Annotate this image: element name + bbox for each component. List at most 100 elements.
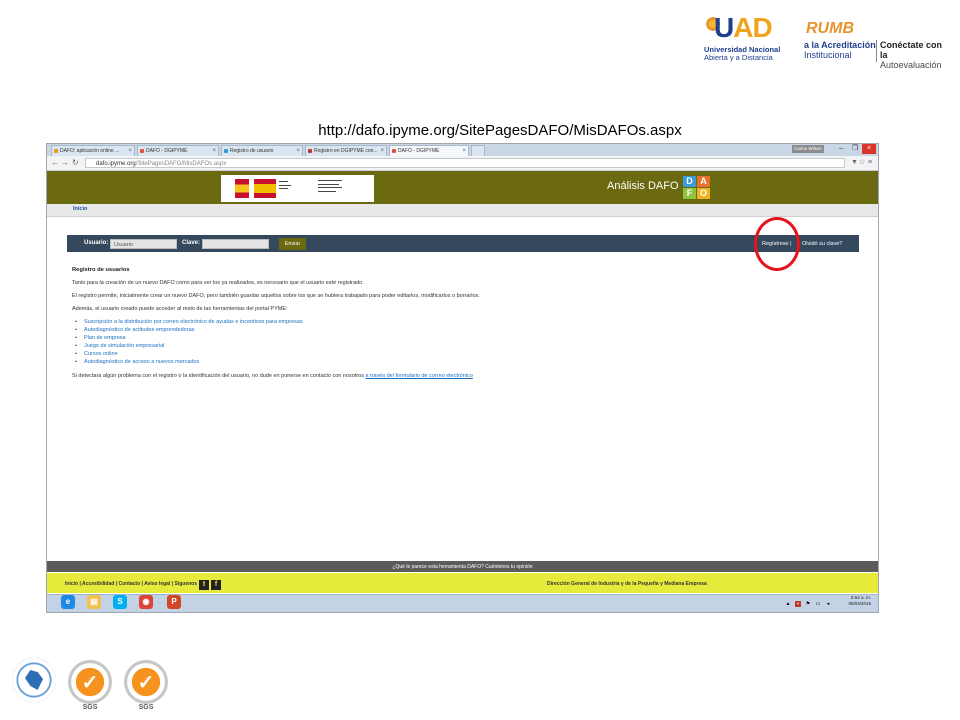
rumbo-word: RUMB	[806, 20, 854, 37]
tray-app-icon[interactable]: ▪	[795, 601, 801, 607]
tray-arrow-icon[interactable]: ▲	[785, 601, 791, 607]
government-logo[interactable]: ▬▬▬ ▬▬▬▬ ▬▬▬ ▬▬▬▬▬▬▬▬ ▬▬▬▬▬▬▬ ▬▬▬▬▬▬▬▬ ▬▬▬▬▬▬	[221, 175, 374, 202]
paragraph-2: El registro permite, inicialmente crear …	[72, 293, 480, 299]
sgs-cert-2-icon: ✓ SGS	[124, 660, 168, 711]
dafo-tile-d: D	[683, 176, 696, 187]
content-title: Registro de usuarios	[72, 267, 130, 273]
new-tab-button[interactable]	[471, 145, 485, 156]
menu-icon[interactable]: ≡	[868, 157, 872, 169]
back-icon[interactable]: ←	[51, 157, 59, 169]
maximize-icon[interactable]: ❐	[848, 144, 862, 154]
tab-favicon-icon	[392, 149, 396, 153]
tab-favicon-icon	[140, 149, 144, 153]
clock[interactable]: 8:54 a. m. 08/04/2016	[841, 595, 871, 607]
dafo-tile-a: A	[697, 176, 710, 187]
check-icon: ✓	[81, 672, 99, 694]
close-window-icon[interactable]: ×	[862, 144, 876, 154]
powerpoint-icon[interactable]: P	[167, 595, 181, 609]
unad-line2: Abierta y a Distancia	[704, 53, 773, 62]
tab-label: Registro en DGIPYME con...	[314, 148, 378, 154]
url-field[interactable]: dafo.ipyme.org/SitePagesDAFO/MisDAFOs.as…	[85, 158, 845, 168]
browser-window: DAFO: aplicación online ... × DAFO - DGIP…	[46, 143, 879, 613]
file-explorer-icon[interactable]: ▤	[87, 595, 101, 609]
profile-chip[interactable]: Carlos Wilson	[792, 145, 824, 153]
url-host: dafo.ipyme.org	[96, 161, 136, 167]
login-bar: Usuario: Usuario Clave: Enviar Regístres…	[67, 235, 859, 252]
usuario-label: Usuario:	[84, 240, 109, 246]
ie-icon[interactable]: e	[61, 595, 75, 609]
tab-4[interactable]: DAFO - DGIPYME ×	[389, 145, 469, 156]
rumbo-line1: a la Acreditación	[804, 40, 876, 50]
sgs-label: SGS	[82, 704, 98, 711]
list-item[interactable]: Suscripción a la distribución por correo…	[75, 319, 303, 325]
dafo-tile-f: F	[683, 188, 696, 199]
clave-label: Clave:	[182, 240, 201, 246]
volume-icon[interactable]: ◂	[825, 601, 831, 607]
sgs-cert-1-icon: ✓ SGS	[68, 660, 112, 711]
forward-icon[interactable]: →	[61, 157, 69, 169]
address-bar: ← → ↻ dafo.ipyme.org/SitePagesDAFO/MisDA…	[47, 156, 878, 171]
paragraph-3: Además, el usuario creado puede acceder …	[72, 306, 288, 312]
tab-bar: DAFO: aplicación online ... × DAFO - DGIP…	[47, 144, 878, 156]
enviar-button[interactable]: Enviar	[279, 238, 306, 250]
unad-logo-ad: AD	[733, 12, 772, 43]
minimize-icon[interactable]: –	[834, 144, 848, 154]
tab-3[interactable]: Registro en DGIPYME con... ×	[305, 145, 387, 156]
contact-form-link[interactable]: a través del formulario de correo electr…	[366, 373, 473, 379]
paragraph-4-text: Si detectara algún problema con el regis…	[72, 373, 364, 379]
tab-label: DAFO: aplicación online ...	[60, 148, 120, 154]
gov-secretary-text: ▬▬▬▬▬▬▬▬ ▬▬▬▬▬▬▬ ▬▬▬▬▬▬▬▬ ▬▬▬▬▬▬	[318, 178, 342, 193]
list-item[interactable]: Cursos online	[75, 351, 118, 357]
spain-shield-icon	[235, 179, 249, 198]
breadcrumb-inicio[interactable]: Inicio	[73, 206, 87, 212]
tab-2[interactable]: Registro de usuario ×	[221, 145, 303, 156]
tab-close-icon[interactable]: ×	[462, 146, 466, 156]
tab-1[interactable]: DAFO - DGIPYME ×	[137, 145, 219, 156]
site-title: Análisis DAFO	[607, 180, 679, 192]
tab-favicon-icon	[308, 149, 312, 153]
list-item[interactable]: Autodiagnóstico de actitudes emprendedor…	[75, 327, 194, 333]
highlight-circle	[754, 217, 800, 271]
tab-0[interactable]: DAFO: aplicación online ... ×	[51, 145, 135, 156]
skype-icon[interactable]: S	[113, 595, 127, 609]
check-icon: ✓	[137, 672, 155, 694]
facebook-icon[interactable]: f	[211, 580, 221, 590]
clave-input[interactable]	[202, 239, 269, 249]
paragraph-1: Tanto para la creación de un nuevo DAFO …	[72, 280, 364, 286]
breadcrumb	[47, 204, 878, 217]
site-header	[47, 171, 878, 204]
sgs-label: SGS	[138, 704, 154, 711]
rumbo-logo: RUMB a la Acreditación Institucional Con…	[800, 18, 950, 70]
clock-time: 8:54 a. m.	[850, 595, 871, 600]
list-item[interactable]: Juego de simulación empresarial	[75, 343, 164, 349]
tab-label: DAFO - DGIPYME	[146, 148, 188, 154]
rumbo-line2: Institucional	[804, 50, 852, 60]
usuario-input[interactable]: Usuario	[110, 239, 177, 249]
gov-ministry-text: ▬▬▬ ▬▬▬▬ ▬▬▬	[279, 179, 291, 191]
feedback-link[interactable]: ¿Qué le parece esta herramienta DAFO? Cu…	[47, 564, 878, 570]
tab-label: DAFO - DGIPYME	[398, 148, 440, 154]
footer-org-name: Dirección General de Industria y de la P…	[547, 581, 707, 587]
list-item[interactable]: Plan de empresa	[75, 335, 126, 341]
tray-flag-icon[interactable]: ⚑	[805, 601, 811, 607]
battery-icon[interactable]: ▭	[815, 601, 821, 607]
spain-flag-icon	[254, 179, 276, 198]
footer-links[interactable]: Inicio | Accesibilidad | Contacto | Avis…	[65, 581, 197, 587]
tab-close-icon[interactable]: ×	[212, 146, 216, 156]
rumbo-divider	[876, 40, 877, 62]
olvido-clave-link[interactable]: Olvidó su clave?	[802, 241, 842, 247]
colombia-map-icon	[25, 670, 43, 690]
list-item[interactable]: Autodiagnóstico de acceso a nuevos merca…	[75, 359, 199, 365]
filter-icon[interactable]: ▼	[851, 157, 858, 169]
tab-close-icon[interactable]: ×	[380, 146, 384, 156]
paragraph-4: Si detectara algún problema con el regis…	[72, 373, 473, 379]
twitter-icon[interactable]: t	[199, 580, 209, 590]
tab-close-icon[interactable]: ×	[296, 146, 300, 156]
unad-logo: UAD Universidad Nacional Abierta y a Dis…	[704, 12, 781, 62]
star-icon[interactable]: ☆	[859, 157, 865, 169]
chrome-icon[interactable]: ◉	[139, 595, 153, 609]
reload-icon[interactable]: ↻	[72, 157, 79, 169]
tab-label: Registro de usuario	[230, 148, 274, 154]
tab-close-icon[interactable]: ×	[128, 146, 132, 156]
clock-date: 08/04/2016	[848, 601, 871, 606]
